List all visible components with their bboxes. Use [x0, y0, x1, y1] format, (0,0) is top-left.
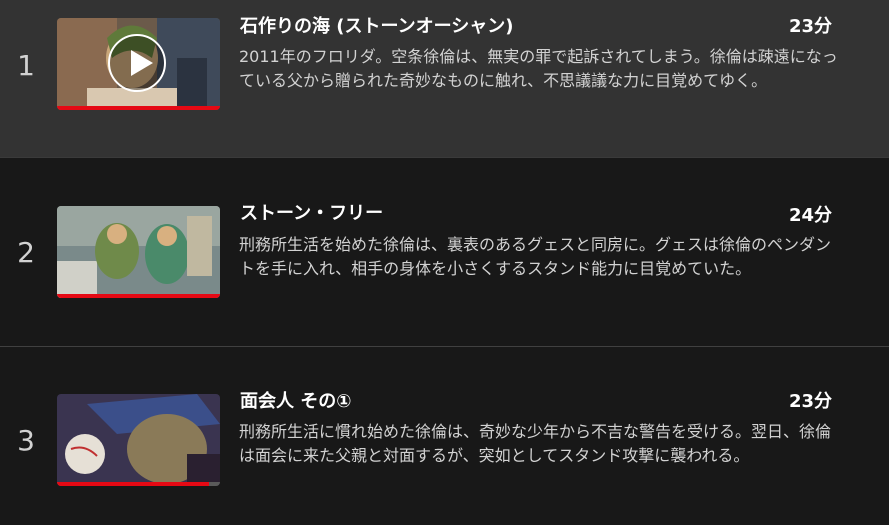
episode-thumbnail[interactable] — [57, 18, 220, 110]
progress-bar — [57, 294, 220, 298]
episode-duration: 23分 — [789, 16, 833, 37]
episode-duration: 24分 — [789, 205, 833, 226]
episode-thumbnail[interactable] — [57, 206, 220, 298]
progress-fill — [57, 482, 209, 486]
episode-number: 1 — [17, 49, 35, 82]
episode-synopsis: 刑務所生活に慣れ始めた徐倫は、奇妙な少年から不吉な警告を受ける。翌日、徐倫は面会… — [239, 422, 832, 465]
episode-number: 2 — [17, 236, 35, 269]
episode-title: ストーン・フリー — [240, 203, 384, 224]
progress-fill — [57, 294, 220, 298]
play-icon[interactable] — [108, 34, 166, 92]
progress-bar — [57, 106, 220, 110]
episode-row-1[interactable]: 1 石作りの海 (ストーンオーシャン) 23分 2011年のフロリダ。空条徐倫は… — [0, 0, 889, 158]
episode-synopsis: 2011年のフロリダ。空条徐倫は、無実の罪で起訴されてしまう。徐倫は疎遠になって… — [239, 47, 838, 90]
episode-duration: 23分 — [789, 391, 833, 412]
progress-fill — [57, 106, 220, 110]
episode-thumbnail[interactable] — [57, 394, 220, 486]
episode-synopsis: 刑務所生活を始めた徐倫は、裏表のあるグェスと同房に。グェスは徐倫のペンダントを手… — [239, 235, 832, 278]
episode-number: 3 — [17, 424, 35, 457]
episode-title: 面会人 その① — [240, 391, 352, 412]
thumbnail-image — [57, 394, 220, 486]
progress-bar — [57, 482, 220, 486]
thumbnail-image — [57, 206, 220, 298]
episode-row-3[interactable]: 3 面会人 その① 23分 刑務所生活に慣れ始めた徐倫は、奇妙な少年から不吉な警… — [0, 347, 889, 525]
episode-title: 石作りの海 (ストーンオーシャン) — [240, 16, 514, 37]
episode-row-2[interactable]: 2 ストーン・フリー 24分 刑務所生活を始めた徐倫は、裏表のあるグェスと同房に… — [0, 158, 889, 347]
episode-list: 1 石作りの海 (ストーンオーシャン) 23分 2011年のフロリダ。空条徐倫は… — [0, 0, 889, 525]
